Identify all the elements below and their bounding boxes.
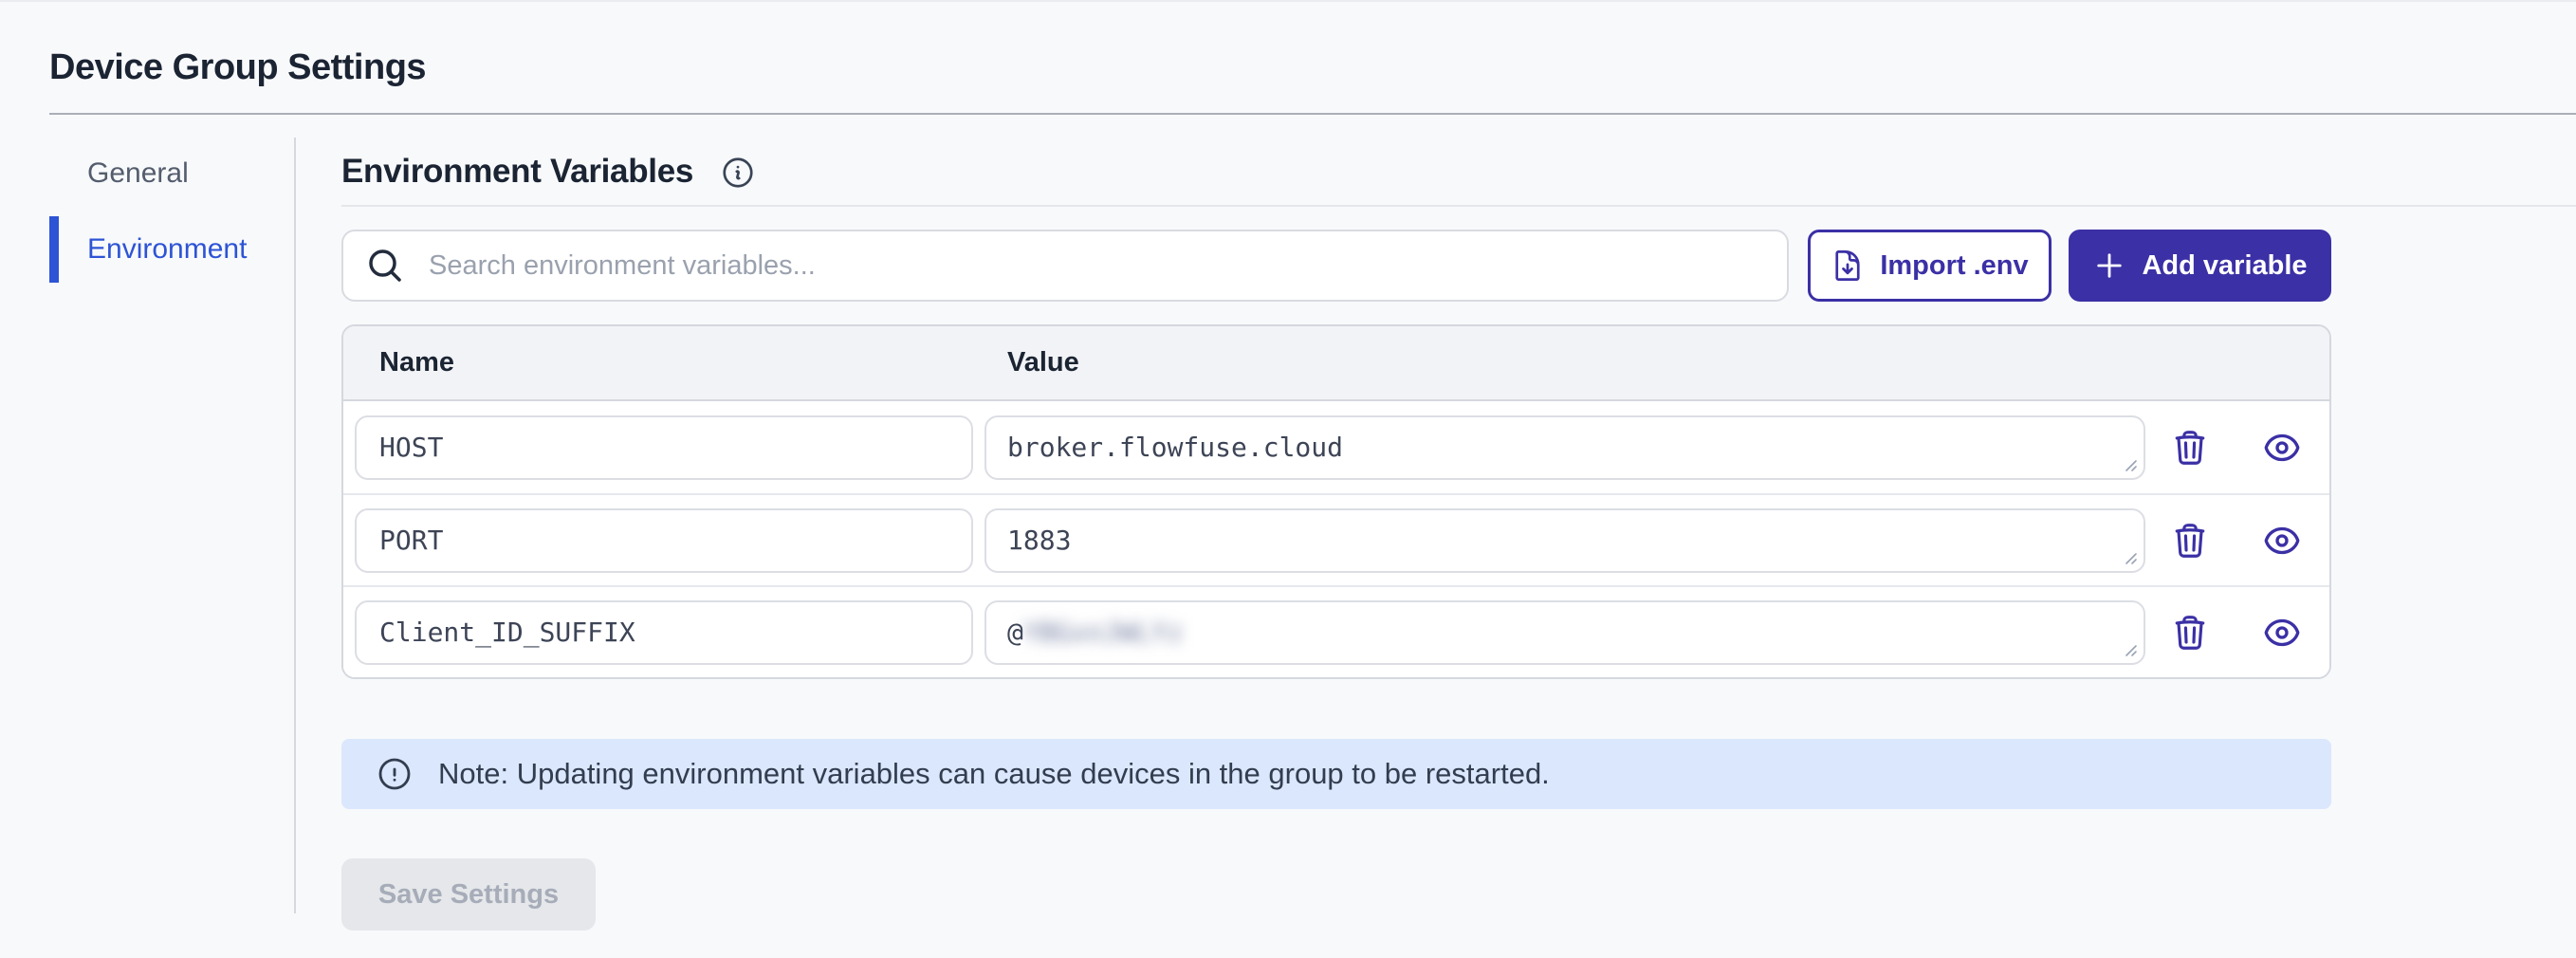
env-var-value-textarea[interactable]: 1883 [984,508,2145,573]
eye-icon [2263,522,2301,560]
import-env-label: Import .env [1880,250,2028,282]
search-box[interactable] [341,230,1789,302]
section-heading-row: Environment Variables [341,151,2576,193]
search-icon [366,247,404,285]
table-row: 1883 [343,493,2329,585]
note-banner: Note: Updating environment variables can… [341,739,2331,809]
delete-variable-button[interactable] [2145,586,2235,678]
delete-variable-button[interactable] [2145,494,2235,586]
device-group-settings-page: Device Group Settings General Environmen… [0,0,2576,958]
eye-icon [2263,614,2301,652]
table-row: broker.flowfuse.cloud [343,401,2329,493]
import-env-button[interactable]: Import .env [1808,230,2052,302]
resize-handle-icon[interactable] [2121,455,2140,474]
resize-handle-icon[interactable] [2121,548,2140,567]
save-settings-button[interactable]: Save Settings [341,858,596,930]
section-heading: Environment Variables [341,153,693,191]
toggle-visibility-button[interactable] [2235,586,2329,678]
table-row: @ YBGxnJWLYz [343,585,2329,677]
sidebar-item-general[interactable]: General [49,144,292,203]
column-header-value: Value [1007,347,1079,378]
env-var-value-prefix: @ [1007,617,1023,648]
delete-variable-button[interactable] [2145,401,2235,493]
page-title: Device Group Settings [49,47,426,88]
settings-sidebar: General Environment [49,144,292,296]
env-var-value-redacted: YBGxnJWLYz [1023,617,1184,648]
env-var-value-text: 1883 [1007,525,1071,556]
section-divider [341,205,2576,207]
env-var-name-input[interactable] [355,415,973,480]
note-text: Note: Updating environment variables can… [438,757,1550,791]
trash-icon [2171,429,2209,467]
env-var-value-text: broker.flowfuse.cloud [1007,432,1343,463]
trash-icon [2171,522,2209,560]
sidebar-item-label: Environment [87,233,247,266]
sidebar-divider [294,138,296,913]
sidebar-item-label: General [87,157,189,190]
trash-icon [2171,614,2209,652]
env-var-name-input[interactable] [355,600,973,665]
title-divider [49,113,2576,115]
env-var-value-textarea[interactable]: broker.flowfuse.cloud [984,415,2145,480]
sidebar-item-environment[interactable]: Environment [49,216,292,283]
plus-icon [2092,249,2126,283]
document-download-icon [1831,249,1865,283]
env-var-name-input[interactable] [355,508,973,573]
toggle-visibility-button[interactable] [2235,401,2329,493]
toggle-visibility-button[interactable] [2235,494,2329,586]
resize-handle-icon[interactable] [2121,640,2140,659]
eye-icon [2263,429,2301,467]
env-toolbar: Import .env Add variable [341,230,2331,302]
environment-panel: Environment Variables Import .env [341,138,2576,930]
table-header: Name Value [343,326,2329,401]
env-variables-table: Name Value broker.flowfuse.cloud [341,324,2331,679]
info-icon[interactable] [720,155,756,191]
search-input[interactable] [429,250,1764,282]
add-variable-button[interactable]: Add variable [2069,230,2331,302]
column-header-name: Name [379,347,1007,378]
env-var-value-textarea[interactable]: @ YBGxnJWLYz [984,600,2145,665]
add-variable-label: Add variable [2142,250,2307,282]
exclamation-circle-icon [376,755,414,793]
